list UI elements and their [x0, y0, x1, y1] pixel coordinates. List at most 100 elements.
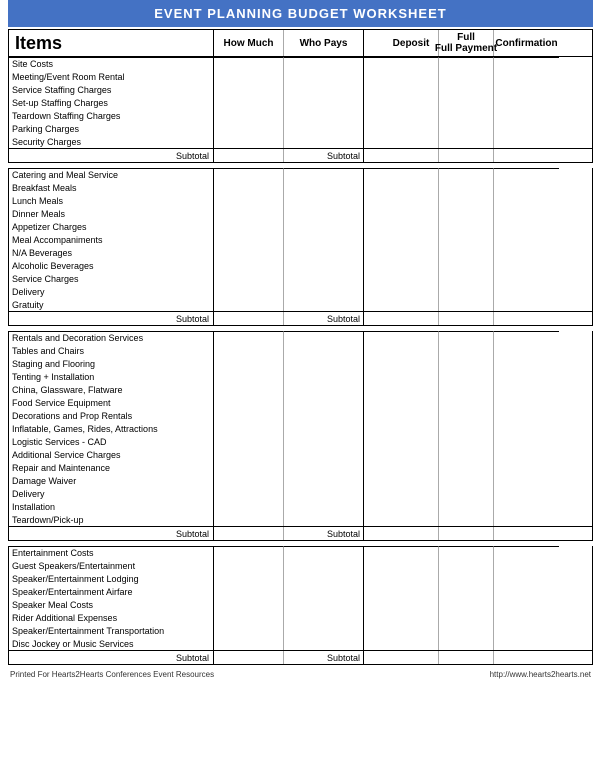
row-howmuch-3-3[interactable]: [214, 598, 284, 611]
row-fullpay-3-0[interactable]: [439, 559, 494, 572]
row-whopays-0-1[interactable]: [284, 83, 364, 96]
row-fullpay-0-5[interactable]: [439, 135, 494, 148]
row-deposit-3-4[interactable]: [384, 611, 439, 624]
row-whopays-0-0[interactable]: [284, 70, 364, 83]
row-deposit-1-4[interactable]: [384, 233, 439, 246]
row-whopays-3-5[interactable]: [284, 624, 364, 637]
row-confirm-1-8[interactable]: [494, 285, 559, 298]
row-howmuch-2-8[interactable]: [214, 448, 284, 461]
row-confirm-1-1[interactable]: [494, 194, 559, 207]
row-deposit-2-13[interactable]: [384, 513, 439, 526]
row-fullpay-0-2[interactable]: [439, 96, 494, 109]
row-howmuch-1-0[interactable]: [214, 181, 284, 194]
row-howmuch-2-10[interactable]: [214, 474, 284, 487]
row-deposit-0-2[interactable]: [384, 96, 439, 109]
row-howmuch-3-6[interactable]: [214, 637, 284, 650]
row-confirm-2-1[interactable]: [494, 357, 559, 370]
row-howmuch-0-0[interactable]: [214, 70, 284, 83]
row-fullpay-3-5[interactable]: [439, 624, 494, 637]
row-deposit-1-7[interactable]: [384, 272, 439, 285]
row-whopays-3-2[interactable]: [284, 585, 364, 598]
row-fullpay-1-9[interactable]: [439, 298, 494, 311]
row-howmuch-0-2[interactable]: [214, 96, 284, 109]
row-howmuch-2-9[interactable]: [214, 461, 284, 474]
row-whopays-1-3[interactable]: [284, 220, 364, 233]
row-confirm-3-6[interactable]: [494, 637, 559, 650]
row-deposit-2-10[interactable]: [384, 474, 439, 487]
row-fullpay-2-0[interactable]: [439, 344, 494, 357]
row-fullpay-1-0[interactable]: [439, 181, 494, 194]
row-whopays-1-9[interactable]: [284, 298, 364, 311]
subtotal-val1-3[interactable]: [214, 651, 284, 664]
row-deposit-3-0[interactable]: [384, 559, 439, 572]
row-deposit-3-6[interactable]: [384, 637, 439, 650]
row-howmuch-1-7[interactable]: [214, 272, 284, 285]
row-deposit-1-9[interactable]: [384, 298, 439, 311]
row-confirm-0-1[interactable]: [494, 83, 559, 96]
row-fullpay-1-2[interactable]: [439, 207, 494, 220]
row-confirm-3-4[interactable]: [494, 611, 559, 624]
row-howmuch-1-3[interactable]: [214, 220, 284, 233]
row-fullpay-2-4[interactable]: [439, 396, 494, 409]
row-whopays-1-4[interactable]: [284, 233, 364, 246]
row-deposit-2-4[interactable]: [384, 396, 439, 409]
row-howmuch-1-8[interactable]: [214, 285, 284, 298]
subtotal-deposit-1[interactable]: [384, 312, 439, 325]
row-confirm-2-4[interactable]: [494, 396, 559, 409]
row-confirm-2-11[interactable]: [494, 487, 559, 500]
row-howmuch-2-3[interactable]: [214, 383, 284, 396]
row-fullpay-2-1[interactable]: [439, 357, 494, 370]
row-whopays-0-3[interactable]: [284, 109, 364, 122]
row-howmuch-1-2[interactable]: [214, 207, 284, 220]
row-howmuch-1-9[interactable]: [214, 298, 284, 311]
row-howmuch-3-1[interactable]: [214, 572, 284, 585]
row-howmuch-3-5[interactable]: [214, 624, 284, 637]
row-confirm-2-8[interactable]: [494, 448, 559, 461]
row-whopays-2-11[interactable]: [284, 487, 364, 500]
row-deposit-2-9[interactable]: [384, 461, 439, 474]
row-howmuch-1-6[interactable]: [214, 259, 284, 272]
row-fullpay-1-4[interactable]: [439, 233, 494, 246]
subtotal-confirm-0[interactable]: [494, 149, 559, 162]
row-deposit-3-1[interactable]: [384, 572, 439, 585]
row-whopays-2-0[interactable]: [284, 344, 364, 357]
row-fullpay-3-1[interactable]: [439, 572, 494, 585]
row-whopays-0-5[interactable]: [284, 135, 364, 148]
row-deposit-1-8[interactable]: [384, 285, 439, 298]
row-howmuch-1-4[interactable]: [214, 233, 284, 246]
subtotal-fullpay-2[interactable]: [439, 527, 494, 540]
row-deposit-0-1[interactable]: [384, 83, 439, 96]
row-fullpay-2-3[interactable]: [439, 383, 494, 396]
row-whopays-2-5[interactable]: [284, 409, 364, 422]
row-confirm-2-12[interactable]: [494, 500, 559, 513]
row-fullpay-2-12[interactable]: [439, 500, 494, 513]
row-deposit-2-8[interactable]: [384, 448, 439, 461]
row-fullpay-1-1[interactable]: [439, 194, 494, 207]
row-confirm-1-7[interactable]: [494, 272, 559, 285]
row-fullpay-2-9[interactable]: [439, 461, 494, 474]
row-confirm-3-2[interactable]: [494, 585, 559, 598]
row-deposit-2-3[interactable]: [384, 383, 439, 396]
row-confirm-0-3[interactable]: [494, 109, 559, 122]
row-confirm-1-2[interactable]: [494, 207, 559, 220]
row-confirm-2-2[interactable]: [494, 370, 559, 383]
row-whopays-2-3[interactable]: [284, 383, 364, 396]
row-fullpay-2-11[interactable]: [439, 487, 494, 500]
row-fullpay-3-6[interactable]: [439, 637, 494, 650]
row-deposit-3-2[interactable]: [384, 585, 439, 598]
subtotal-confirm-2[interactable]: [494, 527, 559, 540]
row-howmuch-2-2[interactable]: [214, 370, 284, 383]
row-howmuch-3-0[interactable]: [214, 559, 284, 572]
row-whopays-1-0[interactable]: [284, 181, 364, 194]
row-fullpay-0-4[interactable]: [439, 122, 494, 135]
row-deposit-2-2[interactable]: [384, 370, 439, 383]
row-howmuch-0-1[interactable]: [214, 83, 284, 96]
row-deposit-2-1[interactable]: [384, 357, 439, 370]
row-confirm-2-3[interactable]: [494, 383, 559, 396]
row-confirm-1-4[interactable]: [494, 233, 559, 246]
row-whopays-1-5[interactable]: [284, 246, 364, 259]
row-whopays-2-10[interactable]: [284, 474, 364, 487]
row-whopays-1-2[interactable]: [284, 207, 364, 220]
row-fullpay-1-7[interactable]: [439, 272, 494, 285]
row-deposit-1-6[interactable]: [384, 259, 439, 272]
